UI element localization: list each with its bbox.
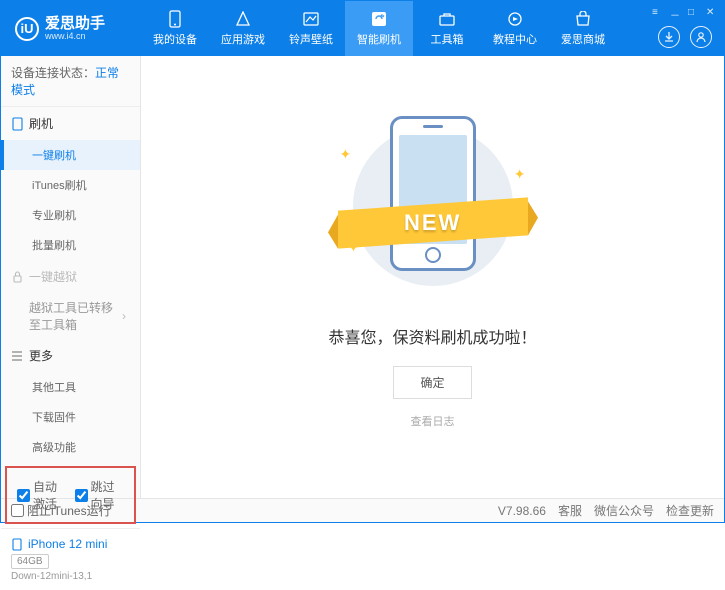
success-message: 恭喜您，保资料刷机成功啦！ xyxy=(328,324,536,348)
phone-icon xyxy=(166,10,184,28)
user-button[interactable] xyxy=(690,26,712,48)
device-model: Down-12mini-13,1 xyxy=(11,571,130,582)
checkbox-block-itunes[interactable]: 阻止iTunes运行 xyxy=(11,502,111,519)
sidebar-jailbreak-header: 一键越狱 xyxy=(1,260,140,293)
device-info[interactable]: iPhone 12 mini 64GB Down-12mini-13,1 xyxy=(1,528,140,590)
sidebar-item-oneclick[interactable]: 一键刷机 xyxy=(1,140,140,170)
top-nav: 我的设备 应用游戏 铃声壁纸 智能刷机 工具箱 教程中心 爱思商城 xyxy=(141,1,617,56)
lock-icon xyxy=(11,271,23,283)
success-illustration: ✦ ✦ ✦ NEW xyxy=(348,116,518,296)
minimize-icon[interactable]: － xyxy=(670,7,680,17)
toolbox-icon xyxy=(438,10,456,28)
maximize-icon[interactable]: □ xyxy=(688,7,698,17)
window-controls: ≡ － □ ✕ xyxy=(652,7,716,17)
wallpaper-icon xyxy=(302,10,320,28)
menu-icon[interactable]: ≡ xyxy=(652,7,662,17)
update-link[interactable]: 检查更新 xyxy=(666,502,714,519)
store-icon xyxy=(574,10,592,28)
sidebar-item-itunes[interactable]: iTunes刷机 xyxy=(4,170,140,200)
wechat-link[interactable]: 微信公众号 xyxy=(594,502,654,519)
app-header: iU 爱思助手 www.i4.cn 我的设备 应用游戏 铃声壁纸 智能刷机 工具… xyxy=(1,1,724,56)
view-log-link[interactable]: 查看日志 xyxy=(411,413,455,429)
sidebar-item-other[interactable]: 其他工具 xyxy=(4,372,140,402)
nav-apps[interactable]: 应用游戏 xyxy=(209,1,277,56)
nav-tutorials[interactable]: 教程中心 xyxy=(481,1,549,56)
close-icon[interactable]: ✕ xyxy=(706,7,716,17)
nav-toolbox[interactable]: 工具箱 xyxy=(413,1,481,56)
star-icon: ✦ xyxy=(340,146,352,163)
connection-status: 设备连接状态：正常模式 xyxy=(1,56,140,107)
sidebar-item-advanced[interactable]: 高级功能 xyxy=(4,432,140,462)
version-label: V7.98.66 xyxy=(498,504,546,518)
apps-icon xyxy=(234,10,252,28)
main-content: ✦ ✦ ✦ NEW 恭喜您，保资料刷机成功啦！ 确定 查看日志 xyxy=(141,56,724,498)
sidebar-item-batch[interactable]: 批量刷机 xyxy=(4,230,140,260)
jailbreak-note[interactable]: 越狱工具已转移至工具箱› xyxy=(1,293,140,339)
chevron-right-icon: › xyxy=(122,309,126,323)
sidebar-more-header[interactable]: 更多 xyxy=(1,339,140,372)
nav-store[interactable]: 爱思商城 xyxy=(549,1,617,56)
nav-flash[interactable]: 智能刷机 xyxy=(345,1,413,56)
status-bar: 阻止iTunes运行 V7.98.66 客服 微信公众号 检查更新 xyxy=(1,498,724,522)
phone-small-icon xyxy=(11,118,23,130)
sidebar-flash-header[interactable]: 刷机 xyxy=(1,107,140,140)
download-button[interactable] xyxy=(658,26,680,48)
nav-ringtones[interactable]: 铃声壁纸 xyxy=(277,1,345,56)
star-icon: ✦ xyxy=(514,166,526,183)
sidebar-item-pro[interactable]: 专业刷机 xyxy=(4,200,140,230)
list-icon xyxy=(11,350,23,362)
nav-my-device[interactable]: 我的设备 xyxy=(141,1,209,56)
device-storage: 64GB xyxy=(11,554,49,569)
sidebar: 设备连接状态：正常模式 刷机 一键刷机 iTunes刷机 专业刷机 批量刷机 一… xyxy=(1,56,141,498)
new-banner: NEW xyxy=(404,210,461,236)
device-phone-icon xyxy=(11,538,23,550)
tutorial-icon xyxy=(506,10,524,28)
logo-icon: iU xyxy=(15,17,39,41)
sidebar-item-firmware[interactable]: 下载固件 xyxy=(4,402,140,432)
logo-area: iU 爱思助手 www.i4.cn xyxy=(1,16,141,41)
app-title: 爱思助手 xyxy=(45,16,105,31)
flash-icon xyxy=(370,10,388,28)
ok-button[interactable]: 确定 xyxy=(393,366,471,399)
service-link[interactable]: 客服 xyxy=(558,502,582,519)
app-url: www.i4.cn xyxy=(45,31,105,41)
